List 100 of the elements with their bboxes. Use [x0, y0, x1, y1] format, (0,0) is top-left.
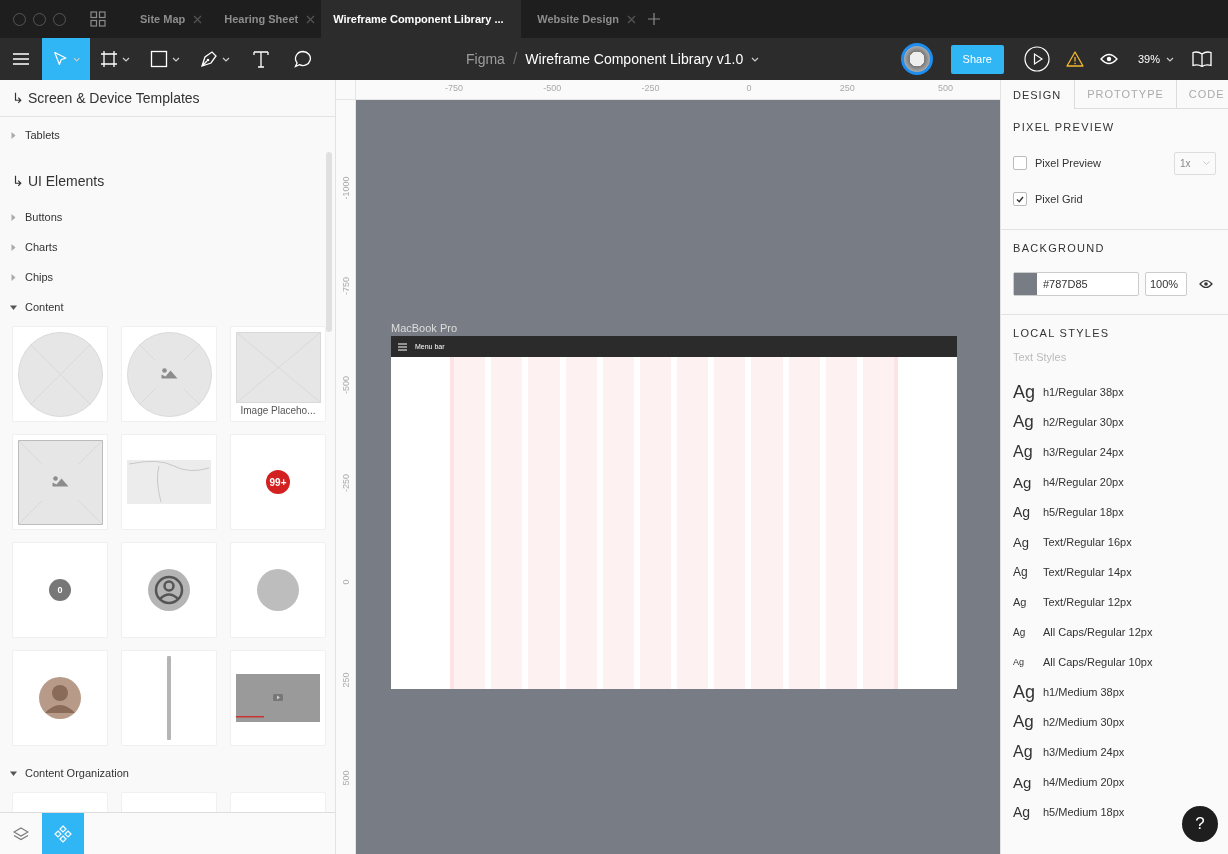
section-title: PIXEL PREVIEW	[1013, 121, 1116, 135]
text-style-name[interactable]: h3/Medium 24px	[1043, 746, 1125, 758]
color-swatch[interactable]	[1014, 273, 1037, 295]
comment-icon	[294, 50, 312, 68]
file-name[interactable]: Wireframe Component Library v1.0	[525, 51, 744, 67]
text-style-name[interactable]: h2/Medium 30px	[1043, 716, 1125, 728]
layers-icon	[13, 826, 29, 841]
text-style-name[interactable]: All Caps/Regular 12px	[1043, 626, 1153, 638]
text-style-name[interactable]: Text/Regular 16px	[1043, 536, 1132, 548]
project-name[interactable]: Figma	[466, 51, 505, 67]
component-tile[interactable]	[230, 542, 326, 638]
scrollbar[interactable]	[326, 152, 332, 332]
text-style-name[interactable]: h1/Regular 38px	[1043, 386, 1124, 398]
text-style-preview: Ag	[1013, 804, 1032, 820]
file-tab[interactable]: Hearing Sheet	[208, 0, 322, 38]
checkbox[interactable]	[1013, 156, 1027, 170]
text-style-preview: Ag	[1013, 473, 1033, 491]
category-row[interactable]: Charts	[0, 232, 335, 262]
category-row[interactable]: Content Organization	[0, 758, 335, 788]
category-row[interactable]: Tablets	[0, 120, 335, 150]
component-tile[interactable]	[121, 542, 217, 638]
eye-icon[interactable]	[1199, 279, 1213, 289]
category-row[interactable]: Chips	[0, 262, 335, 292]
component-tile[interactable]: Image Placeho...	[230, 326, 326, 422]
collapsed-triangle-icon	[10, 273, 17, 281]
book-icon[interactable]	[1192, 51, 1212, 67]
component-tile[interactable]	[230, 650, 326, 746]
panel-tab[interactable]: DESIGN	[1001, 80, 1075, 109]
category-row[interactable]: Content	[0, 292, 335, 322]
tile-label: Image Placeho...	[240, 405, 316, 416]
color-field[interactable]: #787D85	[1013, 272, 1139, 296]
avatar-placeholder	[39, 677, 81, 719]
component-tile[interactable]	[121, 434, 217, 530]
components-tab[interactable]	[42, 813, 84, 854]
text-style-name[interactable]: h4/Regular 20px	[1043, 476, 1124, 488]
grid-icon[interactable]	[90, 11, 106, 27]
checkmark-icon	[1016, 195, 1024, 203]
close-icon[interactable]	[193, 14, 203, 24]
breadcrumb-separator: /	[512, 50, 518, 68]
caret-icon	[1203, 161, 1210, 165]
subsection-label: Text Styles	[1013, 351, 1068, 363]
close-icon[interactable]	[306, 14, 316, 24]
ruler-label: 500	[341, 770, 351, 786]
text-style-name[interactable]: h2/Regular 30px	[1043, 416, 1124, 428]
collapsed-triangle-icon	[10, 213, 17, 221]
pointer-icon	[52, 50, 69, 68]
text-style-name[interactable]: h3/Regular 24px	[1043, 446, 1124, 458]
component-tile[interactable]	[12, 650, 108, 746]
ruler-label: -750	[445, 83, 463, 93]
close-icon[interactable]	[626, 14, 636, 24]
text-style-preview: Ag	[1013, 381, 1037, 403]
text-icon	[252, 50, 270, 68]
expanded-triangle-icon	[10, 769, 17, 777]
text-style-name[interactable]: Text/Regular 12px	[1043, 596, 1132, 608]
file-tab[interactable]: Site Map	[124, 0, 209, 38]
opacity-field[interactable]: 100%	[1145, 272, 1187, 296]
ruler-label: -750	[341, 277, 351, 296]
text-style-preview: Ag	[1013, 534, 1030, 550]
text-style-name[interactable]: All Caps/Regular 10px	[1043, 656, 1153, 668]
scale-dropdown[interactable]: 1x	[1174, 151, 1216, 175]
tab-title: Site Map	[140, 13, 186, 25]
tab-title: Hearing Sheet	[224, 13, 299, 25]
caret-icon	[72, 56, 80, 62]
caret-icon	[222, 56, 230, 62]
text-style-name[interactable]: h5/Medium 18px	[1043, 806, 1125, 818]
text-style-preview: Ag	[1013, 443, 1034, 461]
caret-icon	[122, 56, 130, 62]
file-tab[interactable]: Wireframe Component Library ...	[321, 0, 522, 38]
text-style-name[interactable]: Text/Regular 14px	[1043, 566, 1132, 578]
zoom-dropdown[interactable]: 39%	[1137, 53, 1174, 65]
user-avatar[interactable]	[900, 43, 933, 75]
text-style-preview: Ag	[1013, 657, 1025, 667]
play-icon[interactable]	[1023, 46, 1050, 72]
warning-icon[interactable]	[1065, 51, 1084, 67]
section-title: BACKGROUND	[1013, 242, 1106, 256]
component-tile[interactable]: 99+	[230, 434, 326, 530]
caret-icon[interactable]	[751, 56, 760, 62]
category-row[interactable]: Buttons	[0, 202, 335, 232]
text-style-preview: Ag	[1013, 743, 1034, 761]
text-style-name[interactable]: h1/Medium 38px	[1043, 686, 1125, 698]
expanded-triangle-icon	[10, 303, 17, 311]
section-heading: ↳ UI Elements	[11, 172, 106, 191]
ruler-label: 250	[341, 672, 351, 688]
component-tile[interactable]: 0	[12, 542, 108, 638]
checkbox[interactable]	[1013, 192, 1027, 206]
caret-icon	[172, 56, 180, 62]
text-style-preview: Ag	[1013, 596, 1028, 608]
file-tab[interactable]: Website Design	[521, 0, 642, 38]
text-style-preview: Ag	[1013, 626, 1027, 638]
text-style-name[interactable]: h5/Regular 18px	[1043, 506, 1124, 518]
collapsed-triangle-icon	[10, 131, 17, 139]
ruler-label: 500	[938, 83, 953, 93]
text-style-name[interactable]: h4/Medium 20px	[1043, 776, 1125, 788]
text-style-preview: Ag	[1013, 412, 1035, 432]
component-tile[interactable]	[121, 650, 217, 746]
ruler-label: -500	[341, 375, 351, 394]
checkbox-label: Pixel Grid	[1035, 193, 1083, 205]
section-title: LOCAL STYLES	[1013, 327, 1111, 341]
ruler-label: -250	[341, 474, 351, 493]
plus-icon[interactable]	[647, 13, 660, 25]
